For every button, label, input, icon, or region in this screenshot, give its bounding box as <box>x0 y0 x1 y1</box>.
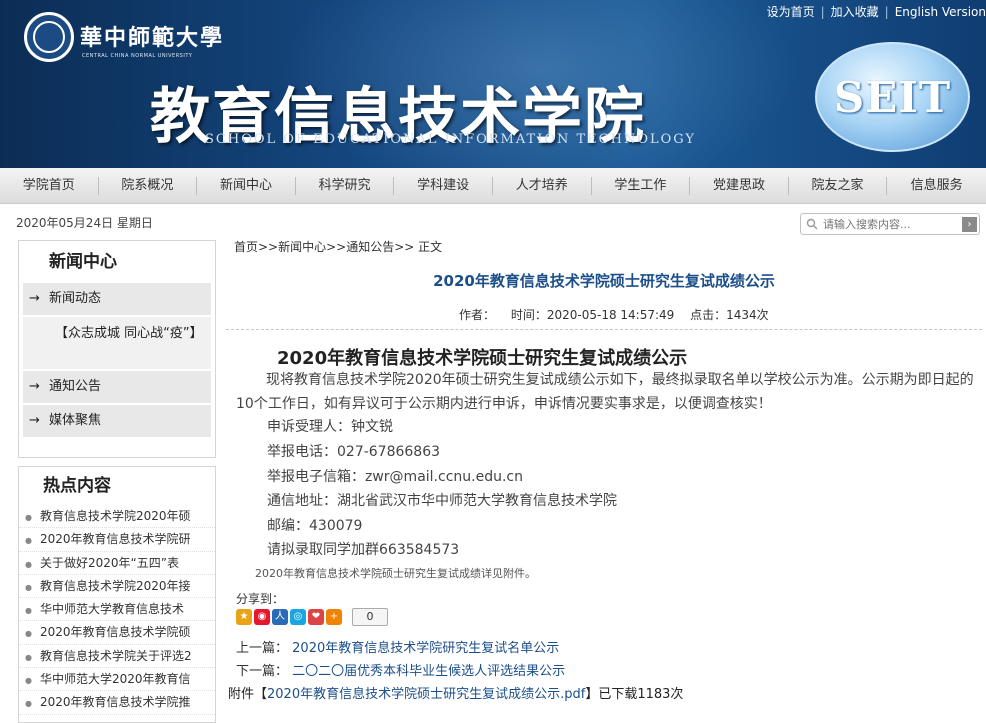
contact-phone: 举报电话：027-67866863 <box>267 444 441 460</box>
renren-icon[interactable]: 人 <box>272 609 288 625</box>
bullet-icon: ● <box>25 559 32 569</box>
nav-item-talent[interactable]: 人才培养 <box>493 176 592 195</box>
next-article-link[interactable]: 下一篇： 二〇二〇届优秀本科毕业生候选人评选结果公示 <box>236 660 565 679</box>
bullet-icon: ● <box>25 606 32 616</box>
attachment-row: 附件【2020年教育信息技术学院硕士研究生复试成绩公示.pdf】已下载1183次 <box>228 687 684 702</box>
sidebar-item-news[interactable]: → 新闻动态 <box>23 283 211 315</box>
breadcrumb[interactable]: 首页>>新闻中心>>通知公告>> 正文 <box>234 238 442 255</box>
sidebar-item-media[interactable]: → 媒体聚焦 <box>23 405 211 437</box>
list-item[interactable]: ● 华中师范大学2020年教育信 <box>19 668 215 692</box>
share-label: 分享到： <box>236 592 285 606</box>
current-date: 2020年05月24日 星期日 <box>16 216 153 230</box>
search-box: › <box>800 213 980 235</box>
search-icon <box>801 214 823 234</box>
sidebar-item-label: 【众志成城 同心战“疫”】 <box>55 326 203 341</box>
share-count: 0 <box>352 608 388 626</box>
bullet-icon: ● <box>25 676 32 686</box>
article-body-title: 2020年教育信息技术学院硕士研究生复试成绩公示 <box>277 348 688 369</box>
contact-group: 请拟录取同学加群663584573 <box>267 542 460 558</box>
list-item[interactable]: ● 教育信息技术学院2020年硕 <box>19 505 215 529</box>
arrow-right-icon: → <box>29 413 40 428</box>
sidebar-news-panel: 新闻中心 → 新闻动态 【众志成城 同心战“疫”】 → 通知公告 → 媒体聚焦 <box>18 240 216 458</box>
kaixin-icon[interactable]: ❤ <box>308 609 324 625</box>
university-logo <box>24 12 74 62</box>
article-title: 2020年教育信息技术学院硕士研究生复试成绩公示 <box>433 272 775 290</box>
university-name: 華中師範大學 <box>80 25 225 51</box>
top-links: 设为首页 | 加入收藏 | English Version <box>766 5 986 19</box>
list-item[interactable]: ● 华中师范大学教育信息技术 <box>19 598 215 622</box>
share-bar: ★ ◉ 人 ◎ ❤ + 0 <box>236 608 388 626</box>
sidebar-item-notices[interactable]: → 通知公告 <box>23 371 211 403</box>
bullet-icon: ● <box>25 536 32 546</box>
nav-item-party[interactable]: 党建思政 <box>690 176 789 195</box>
nav-item-student[interactable]: 学生工作 <box>592 176 691 195</box>
search-input[interactable] <box>823 217 953 231</box>
hot-content-panel: 热点内容 ● 教育信息技术学院2020年硕 ● 2020年教育信息技术学院研 ● 关于… <box>18 466 216 723</box>
nav-item-info[interactable]: 信息服务 <box>887 177 986 195</box>
attachment-link[interactable]: 2020年教育信息技术学院硕士研究生复试成绩公示.pdf <box>267 687 585 702</box>
list-item[interactable]: ● 教育信息技术学院2020年接 <box>19 575 215 599</box>
nav-item-discipline[interactable]: 学科建设 <box>394 176 493 195</box>
school-title-en: SCHOOL OF EDUCATIONAL INFORMATION TECHNO… <box>205 132 697 147</box>
sidebar-item-label: 通知公告 <box>49 379 102 394</box>
bullet-icon: ● <box>25 652 32 662</box>
list-item[interactable]: ● 2020年教育信息技术学院硕 <box>19 621 215 645</box>
university-name-en: CENTRAL CHINA NORMAL UNIVERSITY <box>82 53 193 59</box>
article-views: 点击：1434次 <box>690 308 769 322</box>
search-submit-icon[interactable]: › <box>962 217 977 232</box>
hot-content-title: 热点内容 <box>43 476 111 496</box>
contact-email: 举报电子信箱：zwr@mail.ccnu.edu.cn <box>267 469 523 485</box>
sidebar-title: 新闻中心 <box>49 252 117 272</box>
sidebar-item-covid[interactable]: 【众志成城 同心战“疫”】 <box>23 317 211 369</box>
weibo-icon[interactable]: ◉ <box>254 609 270 625</box>
article-meta: 作者： 时间：2020-05-18 14:57:49 点击：1434次 <box>226 306 982 323</box>
english-version-link[interactable]: English Version <box>895 5 986 19</box>
article-author: 作者： <box>459 308 496 322</box>
seit-logo: SEIT <box>815 42 970 152</box>
set-homepage-link[interactable]: 设为首页 <box>767 5 815 19</box>
sidebar-item-label: 新闻动态 <box>49 291 102 306</box>
qzone-icon[interactable]: ★ <box>236 609 252 625</box>
attachment-note: 2020年教育信息技术学院硕士研究生复试成绩详见附件。 <box>255 567 536 580</box>
header-banner: 華中師範大學 CENTRAL CHINA NORMAL UNIVERSITY 教… <box>0 0 986 168</box>
nav-item-alumni[interactable]: 院友之家 <box>789 176 888 195</box>
bullet-icon: ● <box>25 582 32 592</box>
list-item[interactable]: ● 2020年教育信息技术学院推 <box>19 691 215 715</box>
seit-logo-text: SEIT <box>833 72 952 122</box>
list-item[interactable]: ● 2020年教育信息技术学院研 <box>19 528 215 552</box>
contact-postcode: 邮编：430079 <box>267 518 363 534</box>
prev-article-link[interactable]: 上一篇： 2020年教育信息技术学院研究生复试名单公示 <box>236 637 559 656</box>
bullet-icon: ● <box>25 629 32 639</box>
list-item[interactable]: ● 教育信息技术学院关于评选2 <box>19 645 215 669</box>
divider <box>226 329 982 330</box>
arrow-right-icon: → <box>29 379 40 394</box>
main-nav: 学院首页 院系概况 新闻中心 科学研究 学科建设 人才培养 学生工作 党建思政 … <box>0 168 986 204</box>
article-time: 时间：2020-05-18 14:57:49 <box>510 308 675 322</box>
article-paragraph: 现将教育信息技术学院2020年硕士研究生复试成绩公示如下，最终拟录取名单以学校公… <box>236 372 974 412</box>
contact-address: 通信地址：湖北省武汉市华中师范大学教育信息技术学院 <box>267 493 617 509</box>
bullet-icon: ● <box>25 513 32 522</box>
more-share-icon[interactable]: + <box>326 609 342 625</box>
nav-item-home[interactable]: 学院首页 <box>0 176 99 195</box>
sidebar-item-label: 媒体聚焦 <box>49 413 102 428</box>
bullet-icon: ● <box>25 699 32 709</box>
add-favorite-link[interactable]: 加入收藏 <box>831 5 879 19</box>
list-item[interactable]: ● 关于做好2020年“五四”表 <box>19 552 215 575</box>
contact-person: 申诉受理人：钟文锐 <box>267 419 393 435</box>
nav-item-research[interactable]: 科学研究 <box>296 176 395 195</box>
nav-item-news[interactable]: 新闻中心 <box>197 176 296 195</box>
tencent-weibo-icon[interactable]: ◎ <box>290 609 306 625</box>
arrow-right-icon: → <box>29 291 40 306</box>
nav-item-overview[interactable]: 院系概况 <box>99 176 198 195</box>
